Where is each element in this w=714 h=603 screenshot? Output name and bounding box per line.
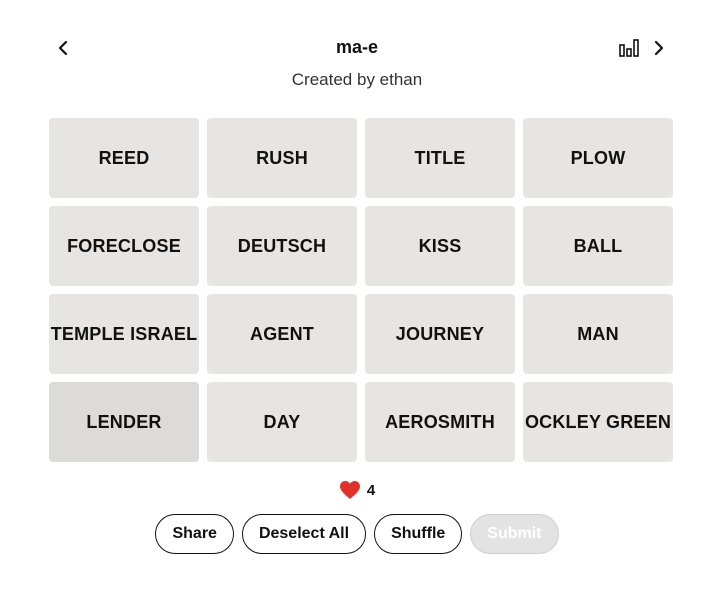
word-tile[interactable]: LENDER [49,382,199,462]
controls: Share Deselect All Shuffle Submit [0,514,714,554]
puzzle-author: Created by ethan [291,70,423,89]
puzzle-title: ma-e [335,37,379,57]
word-tile[interactable]: AGENT [207,294,357,374]
word-tile[interactable]: AEROSMITH [365,382,515,462]
word-grid: REED RUSH TITLE PLOW FORECLOSE DEUTSCH K… [49,118,673,462]
word-tile[interactable]: KISS [365,206,515,286]
word-tile[interactable]: TEMPLE ISRAEL [49,294,199,374]
word-tile[interactable]: RUSH [207,118,357,198]
word-tile[interactable]: REED [49,118,199,198]
word-tile[interactable]: OCKLEY GREEN [523,382,673,462]
word-tile[interactable]: DEUTSCH [207,206,357,286]
shuffle-button[interactable]: Shuffle [374,514,463,554]
share-button[interactable]: Share [155,514,234,554]
submit-button[interactable]: Submit [470,514,559,554]
word-tile[interactable]: JOURNEY [365,294,515,374]
lives-remaining: 4 [0,480,714,500]
heart-icon [339,480,361,500]
lives-count: 4 [366,481,376,499]
word-tile[interactable]: FORECLOSE [49,206,199,286]
word-tile[interactable]: TITLE [365,118,515,198]
word-tile[interactable]: PLOW [523,118,673,198]
word-tile[interactable]: MAN [523,294,673,374]
word-tile[interactable]: DAY [207,382,357,462]
header: ma-e Created by ethan [0,0,714,110]
stats-icon[interactable] [617,37,641,59]
forward-chevron-icon[interactable] [648,36,670,60]
deselect-all-button[interactable]: Deselect All [241,514,367,554]
word-tile[interactable]: BALL [523,206,673,286]
